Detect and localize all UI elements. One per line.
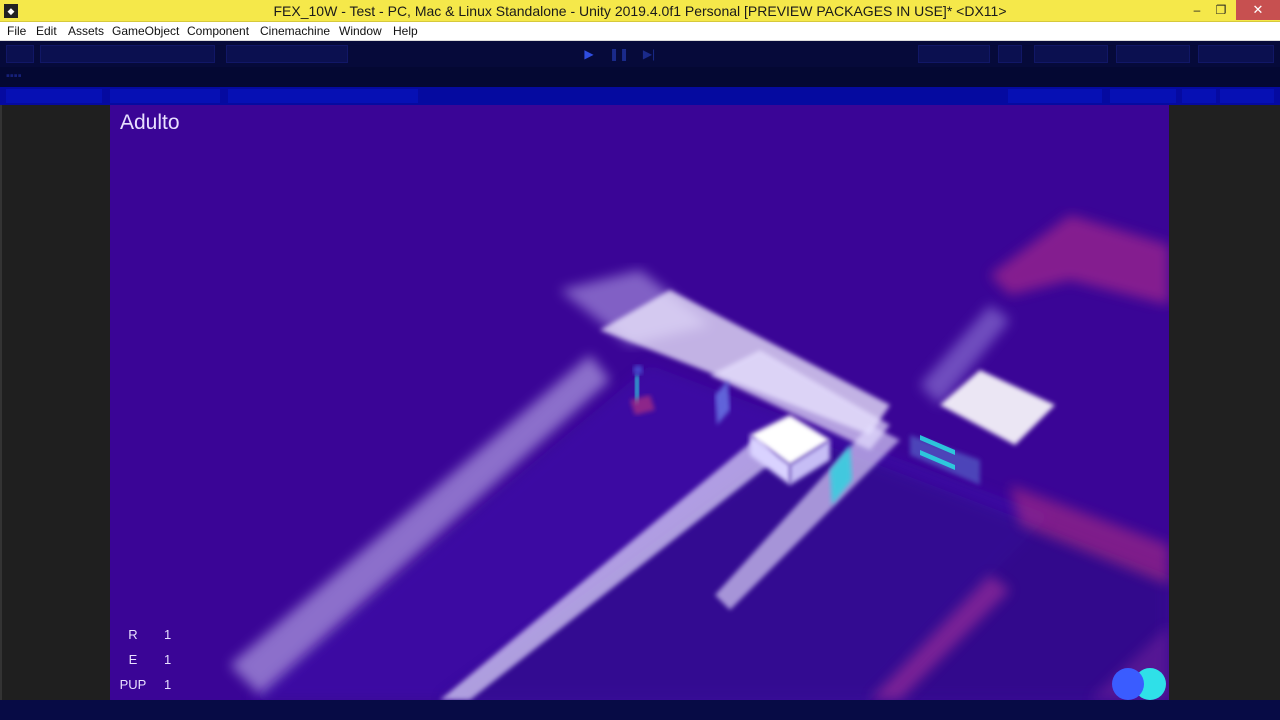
window-title: FEX_10W - Test - PC, Mac & Linux Standal… [273,3,1007,19]
mute-audio-toggle[interactable] [1110,89,1176,103]
cloud-icon[interactable] [998,45,1022,63]
layers-dropdown[interactable] [1116,45,1190,63]
menu-bar: File Edit Assets GameObject Component Ci… [0,22,1280,41]
layout-dropdown[interactable] [1198,45,1274,63]
stat-key: R [128,627,138,642]
stats-toggle[interactable] [1182,89,1216,103]
maximize-on-play-toggle[interactable] [1008,89,1102,103]
transform-tools[interactable] [40,45,215,63]
gizmos-dropdown[interactable] [1220,89,1274,103]
tool-hand-button[interactable] [6,45,34,63]
menu-assets[interactable]: Assets [68,22,104,41]
minimize-button[interactable]: – [1186,0,1208,20]
play-icon[interactable]: ▶ [578,46,600,62]
step-icon[interactable]: ▶| [638,46,660,62]
stat-row-pup: PUP 1 [110,677,210,697]
window-title-bar: ◆ FEX_10W - Test - PC, Mac & Linux Stand… [0,0,1280,22]
pivot-toggle[interactable] [226,45,348,63]
menu-gameobject[interactable]: GameObject [112,22,179,41]
scale-slider[interactable] [228,89,418,103]
right-letterbox [1169,105,1280,700]
menu-component[interactable]: Component [187,22,249,41]
menu-window[interactable]: Window [339,22,382,41]
blue-orb-icon [1112,668,1144,700]
menu-help[interactable]: Help [393,22,418,41]
editor-toolbar: ▶ ❚❚ ▶| [0,41,1280,67]
pause-icon[interactable]: ❚❚ [608,46,630,62]
stat-value: 1 [164,677,172,692]
game-viewport[interactable]: Adulto R 1 E 1 PUP 1 [110,105,1169,700]
menu-edit[interactable]: Edit [36,22,57,41]
mode-label: Adulto [120,111,180,134]
close-button[interactable]: ✕ [1236,0,1280,20]
stat-key: E [128,652,138,667]
display-dropdown[interactable] [6,89,102,103]
stat-value: 1 [164,627,172,642]
resolution-dropdown[interactable] [110,89,220,103]
collab-button[interactable] [918,45,990,63]
stat-value: 1 [164,652,172,667]
maximize-button[interactable]: ❐ [1210,0,1232,20]
game-tab[interactable]: ▪▪▪▪ [6,70,22,82]
menu-cinemachine[interactable]: Cinemachine [260,22,330,41]
stat-key: PUP [119,677,147,692]
game-scene [230,215,1169,700]
game-view-toolbar [0,87,1280,105]
menu-file[interactable]: File [7,22,26,41]
game-tab-bar: ▪▪▪▪ [0,67,1280,87]
stat-row-r: R 1 [110,627,210,647]
left-letterbox [0,105,110,700]
account-dropdown[interactable] [1034,45,1108,63]
stat-row-e: E 1 [110,652,210,672]
status-bar [0,700,1280,720]
